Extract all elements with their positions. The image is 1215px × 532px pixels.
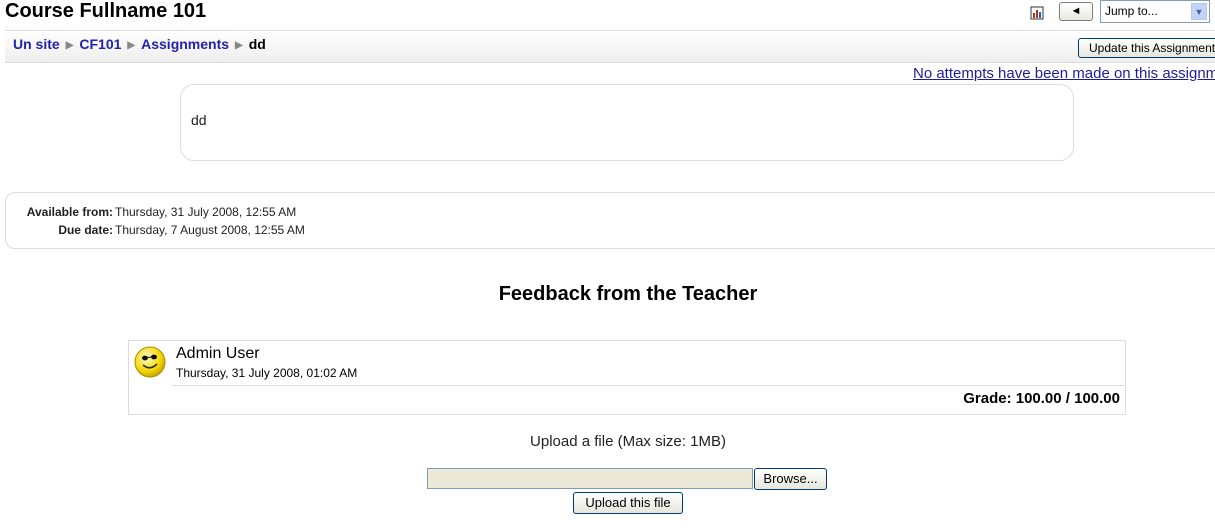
page-title: Course Fullname 101: [5, 0, 207, 22]
available-from-value: Thursday, 31 July 2008, 12:55 AM: [115, 205, 297, 219]
breadcrumb-site-link[interactable]: Un site: [13, 36, 60, 52]
breadcrumb-assignments-link[interactable]: Assignments: [141, 36, 229, 52]
smiley-avatar-icon: [134, 346, 166, 378]
breadcrumb-current: dd: [248, 36, 266, 52]
assignment-description-box: [180, 84, 1074, 161]
assignment-description: dd: [191, 112, 207, 128]
update-assignment-button[interactable]: Update this Assignment: [1078, 38, 1215, 58]
chevron-down-icon[interactable]: ▼: [1191, 3, 1207, 20]
log-icon[interactable]: [1030, 6, 1044, 20]
breadcrumb-course-link[interactable]: CF101: [79, 36, 121, 52]
browse-button[interactable]: Browse...: [754, 468, 827, 490]
grade-value: Grade: 100.00 / 100.00: [963, 390, 1120, 407]
due-date-label: Due date:: [58, 223, 113, 237]
upload-label: Upload a file (Max size: 1MB): [530, 433, 726, 450]
breadcrumb-separator: ▶: [235, 40, 243, 51]
feedback-heading: Feedback from the Teacher: [498, 283, 758, 305]
dates-box: [5, 192, 1215, 249]
available-from-label: Available from:: [26, 205, 113, 219]
breadcrumb-separator: ▶: [65, 40, 74, 51]
attempts-link[interactable]: No attempts have been made on this assig…: [913, 65, 1215, 82]
upload-file-button[interactable]: Upload this file: [573, 492, 683, 514]
breadcrumb-separator: ▶: [127, 40, 136, 51]
breadcrumb: Un site ▶ CF101 ▶ Assignments ▶ dd: [13, 36, 266, 52]
jump-to-select[interactable]: Jump to... ▼: [1100, 0, 1210, 23]
previous-activity-button[interactable]: ◄: [1059, 2, 1093, 21]
jump-to-value: Jump to...: [1105, 4, 1158, 18]
file-path-input[interactable]: [427, 468, 753, 489]
feedback-divider: [172, 385, 1125, 386]
feedback-date: Thursday, 31 July 2008, 01:02 AM: [176, 366, 358, 380]
due-date-value: Thursday, 7 August 2008, 12:55 AM: [115, 223, 305, 237]
avatar[interactable]: [134, 346, 166, 378]
feedback-author: Admin User: [176, 345, 260, 362]
